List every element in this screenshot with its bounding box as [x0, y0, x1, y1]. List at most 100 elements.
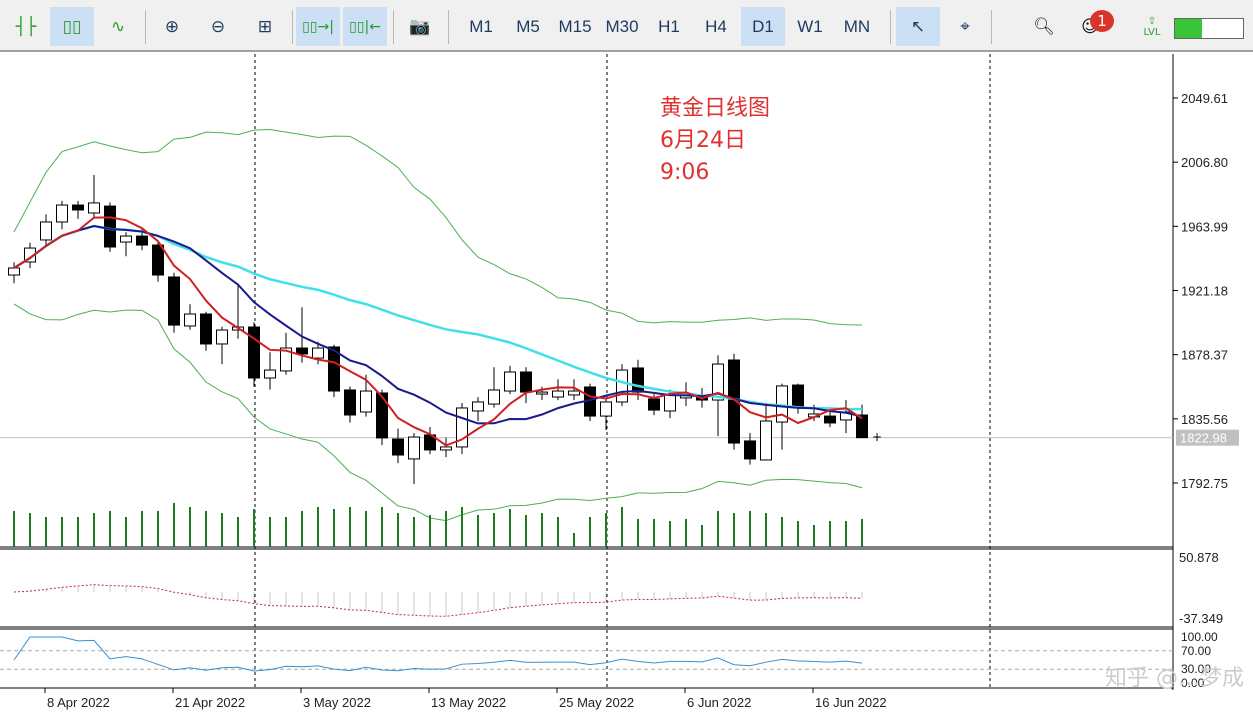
price-tick-label: 1792.75 — [1181, 476, 1228, 491]
candle-body — [360, 390, 372, 413]
crosshair-marker: + — [872, 430, 882, 444]
timeframe-m15[interactable]: M15 — [553, 7, 597, 46]
date-label: 13 May 2022 — [431, 695, 506, 710]
candle — [792, 383, 804, 414]
candle-body — [520, 371, 532, 393]
timeframe-mn[interactable]: MN — [835, 7, 879, 46]
candlestick-button[interactable]: ▯▯ — [50, 7, 94, 46]
autoscroll-button[interactable]: ▯▯→| — [296, 7, 340, 46]
timeframe-h1[interactable]: H1 — [647, 7, 691, 46]
cursor-icon: ↖ — [910, 16, 926, 37]
candle-body — [248, 326, 260, 379]
chart-annotation: 黄金日线图 6月24日 9:06 — [660, 93, 770, 189]
screenshot-button[interactable]: 📷 — [398, 7, 442, 46]
price-tick-label: 2049.61 — [1181, 91, 1228, 106]
candle — [168, 272, 180, 333]
candle-body — [152, 244, 164, 276]
candle-body — [392, 438, 404, 456]
price-tick-label: 1878.37 — [1181, 348, 1228, 363]
candle — [456, 403, 468, 455]
date-label: 3 May 2022 — [303, 695, 371, 710]
date-label: 25 May 2022 — [559, 695, 634, 710]
osc2-line — [13, 636, 863, 672]
candle — [440, 437, 452, 458]
candle-body — [72, 204, 84, 211]
timeframe-m1[interactable]: M1 — [459, 7, 503, 46]
candle-body — [824, 415, 836, 424]
crosshair-button[interactable]: ⌖ — [943, 7, 987, 46]
candle-body — [264, 369, 276, 379]
arrow-up-icon: ⇧ — [1147, 15, 1157, 27]
candle-body — [184, 313, 196, 327]
screenshot-icon: 📷 — [409, 16, 431, 37]
candle-body — [552, 390, 564, 398]
toolbar: ┤├ ▯▯ ∿ ⊕ ⊖ ⊞ ▯▯→| ▯▯|← 📷 M1 M5 M15 M30 H1 H4… — [0, 0, 1253, 52]
candle-body — [408, 436, 420, 460]
level-button[interactable]: ⇧ LVL — [1130, 7, 1174, 46]
candle — [408, 433, 420, 485]
zoom-out-button[interactable]: ⊖ — [196, 7, 240, 46]
candle — [584, 383, 596, 422]
candle-body — [376, 392, 388, 439]
timeframe-h4[interactable]: H4 — [694, 7, 738, 46]
candle — [200, 311, 212, 351]
annotation-title: 黄金日线图 — [660, 96, 771, 121]
candle-body — [616, 369, 628, 403]
candle-body — [472, 401, 484, 412]
candle-body — [536, 391, 548, 395]
candle-body — [792, 384, 804, 407]
candle — [184, 304, 196, 330]
candle — [392, 428, 404, 464]
search-button[interactable]: 🔍︎ — [1022, 7, 1066, 46]
candle — [248, 322, 260, 387]
chart-shift-icon: ▯▯|← — [349, 18, 381, 35]
autoscroll-icon: ▯▯→| — [302, 18, 334, 35]
candle-body — [312, 347, 324, 359]
candle-body — [600, 401, 612, 417]
candle-body — [104, 205, 116, 248]
timeframe-d1[interactable]: D1 — [741, 7, 785, 46]
osc1-tick-label: 50.878 — [1179, 550, 1219, 565]
current-price-label: 1822.98 — [1180, 431, 1227, 446]
notification-badge: 1 — [1090, 10, 1114, 32]
crosshair-icon: ⌖ — [960, 16, 970, 37]
level-progress-fill — [1175, 19, 1203, 38]
osc2-tick-label: 100.00 — [1181, 630, 1218, 644]
candle — [824, 410, 836, 428]
candle — [216, 326, 228, 365]
grid-icon: ⊞ — [257, 16, 273, 37]
date-label: 6 Jun 2022 — [687, 695, 751, 710]
candle-body — [648, 398, 660, 411]
date-label: 16 Jun 2022 — [815, 695, 887, 710]
zoom-in-icon: ⊕ — [164, 16, 180, 37]
candle-body — [200, 313, 212, 345]
osc1-tick-label: -37.349 — [1179, 611, 1223, 626]
chart-shift-button[interactable]: ▯▯|← — [343, 7, 387, 46]
price-chart[interactable]: 2049.61 2006.80 1963.99 1921.18 1878.37 1835.… — [0, 54, 1253, 718]
candle-body — [744, 440, 756, 460]
line-chart-button[interactable]: ∿ — [96, 7, 140, 46]
annotation-time: 9:06 — [660, 160, 710, 185]
candle-body — [568, 390, 580, 396]
candle — [72, 200, 84, 219]
candle-body — [136, 235, 148, 246]
candle-body — [168, 276, 180, 326]
watermark: 知乎 @…梦成 — [1105, 666, 1244, 691]
candle — [88, 175, 100, 218]
grid-button[interactable]: ⊞ — [243, 7, 287, 46]
candle — [504, 365, 516, 395]
timeframe-m5[interactable]: M5 — [506, 7, 550, 46]
candle-body — [296, 347, 308, 355]
timeframe-m30[interactable]: M30 — [600, 7, 644, 46]
level-label: LVL — [1143, 26, 1161, 38]
candlestick-icon: ▯▯ — [62, 16, 82, 37]
timeframe-w1[interactable]: W1 — [788, 7, 832, 46]
candle-body — [664, 394, 676, 412]
zoom-in-button[interactable]: ⊕ — [150, 7, 194, 46]
cursor-button[interactable]: ↖ — [896, 7, 940, 46]
zoom-out-icon: ⊖ — [210, 16, 226, 37]
bar-chart-button[interactable]: ┤├ — [4, 7, 48, 46]
candle — [344, 386, 356, 423]
candle-body — [56, 204, 68, 223]
bar-chart-icon: ┤├ — [15, 16, 37, 37]
